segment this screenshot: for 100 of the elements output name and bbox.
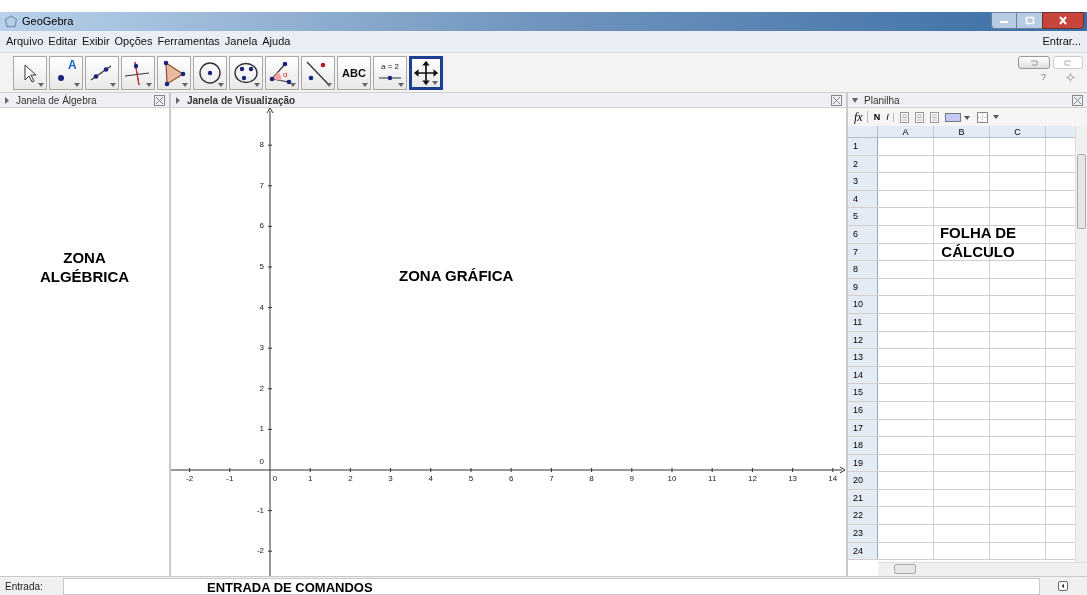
dropdown-caret-icon	[290, 83, 296, 87]
tool-button[interactable]: ABC	[337, 56, 371, 90]
align-right-icon	[929, 111, 939, 123]
y-tick-label: -2	[255, 547, 264, 556]
settings-icon	[1066, 73, 1075, 83]
close-button[interactable]	[1042, 12, 1084, 29]
zone-label: ZONA ALGÉBRICA	[38, 248, 131, 286]
x-tick-label: -1	[225, 475, 235, 483]
tool-button[interactable]	[409, 56, 443, 90]
keyboard-toggle-icon	[1058, 581, 1068, 591]
row-header[interactable]: 18	[848, 437, 878, 454]
tool-button[interactable]: α	[265, 56, 299, 90]
bold-button[interactable]: N	[873, 112, 881, 122]
point-icon	[57, 74, 65, 82]
login-link[interactable]: Entrar...	[1042, 33, 1081, 50]
align-center-icon	[914, 111, 924, 123]
x-tick-label: 8	[588, 475, 595, 483]
app-logo-icon	[4, 14, 18, 29]
row-header[interactable]: 1	[848, 138, 878, 155]
row-header[interactable]: 5	[848, 208, 878, 225]
y-tick-label: -1	[255, 506, 264, 515]
y-tick-label: 6	[258, 222, 264, 231]
panel-title: Janela de Álgebra	[16, 93, 97, 108]
row-header[interactable]: 13	[848, 349, 878, 366]
horizontal-scrollbar[interactable]	[878, 562, 1087, 576]
tool-button[interactable]: A	[49, 56, 83, 90]
tool-button[interactable]	[85, 56, 119, 90]
dropdown-caret-icon	[182, 83, 188, 87]
tool-button[interactable]	[121, 56, 155, 90]
x-tick-label: 13	[787, 475, 799, 483]
close-panel-button[interactable]	[831, 94, 842, 106]
row-header[interactable]: 3	[848, 173, 878, 190]
row-header[interactable]: 8	[848, 261, 878, 278]
maximize-button[interactable]	[1017, 12, 1042, 29]
x-tick-label: 11	[707, 475, 718, 483]
column-header[interactable]: B	[934, 126, 990, 137]
x-tick-label: 1	[306, 475, 314, 483]
x-tick-label: 12	[746, 475, 758, 483]
border-style-icon	[976, 111, 1001, 123]
menu-item[interactable]: Ferramentas	[157, 33, 220, 50]
command-input-field[interactable]: ENTRADA DE COMANDOS	[63, 577, 1040, 595]
menu-item[interactable]: Arquivo	[6, 33, 44, 50]
tool-button[interactable]	[157, 56, 191, 90]
italic-button[interactable]: I	[886, 112, 894, 122]
y-tick-label: 8	[258, 141, 264, 150]
y-tick-label: 0	[258, 458, 264, 466]
menu-item[interactable]: Editar	[48, 33, 78, 50]
dropdown-caret-icon	[326, 83, 332, 87]
column-header[interactable]: C	[990, 126, 1046, 137]
formula-button[interactable]: fx	[854, 111, 868, 123]
row-header[interactable]: 20	[848, 472, 878, 489]
help-button[interactable]: ?	[1041, 71, 1046, 85]
tool-button[interactable]	[301, 56, 335, 90]
tool-button[interactable]	[193, 56, 227, 90]
tool-button[interactable]: a = 2	[373, 56, 407, 90]
menu-item[interactable]: Exibir	[82, 33, 110, 50]
align-left-icon	[899, 111, 909, 123]
row-header[interactable]: 10	[848, 296, 878, 313]
dropdown-caret-icon	[254, 83, 260, 87]
column-header[interactable]: A	[878, 126, 934, 137]
y-tick-label: 7	[258, 181, 264, 190]
row-header[interactable]: 15	[848, 384, 878, 401]
x-tick-label: 3	[387, 475, 394, 483]
dropdown-caret-icon	[398, 83, 404, 87]
y-tick-label: 1	[258, 425, 264, 434]
x-tick-label: 0	[271, 475, 279, 483]
undo-button[interactable]	[1018, 56, 1050, 69]
x-tick-label: 5	[467, 475, 475, 483]
slider-label: a = 2	[380, 63, 400, 71]
row-header[interactable]: 22	[848, 507, 878, 525]
dropdown-caret-icon	[38, 83, 44, 87]
dropdown-caret-icon	[218, 83, 224, 87]
window-title: GeoGebra	[22, 14, 74, 30]
x-tick-label: 4	[427, 475, 434, 483]
close-panel-button[interactable]	[154, 94, 165, 106]
x-tick-label: 6	[507, 475, 515, 483]
minimize-button[interactable]	[991, 12, 1017, 29]
dropdown-caret-icon	[74, 83, 80, 87]
tool-button[interactable]	[229, 56, 263, 90]
y-tick-label: 3	[258, 344, 264, 353]
close-panel-button[interactable]	[1072, 94, 1083, 106]
x-tick-label: 7	[548, 475, 555, 483]
x-tick-label: 9	[628, 475, 635, 483]
collapse-triangle-icon	[852, 96, 858, 104]
menu-item[interactable]: Janela	[224, 33, 258, 50]
x-tick-label: 2	[347, 475, 354, 483]
menu-item[interactable]: Opções	[114, 33, 153, 50]
arrow-cursor-icon	[23, 63, 37, 83]
row-header[interactable]: 23	[848, 525, 878, 542]
menu-item[interactable]: Ajuda	[262, 33, 291, 50]
fill-color-icon	[944, 112, 971, 122]
vertical-scrollbar[interactable]	[1075, 126, 1087, 562]
four-way-arrow-icon	[412, 58, 440, 88]
y-tick-label: 5	[258, 263, 264, 271]
panel-title: Janela de Visualização	[187, 93, 296, 108]
x-tick-label: 14	[827, 475, 839, 483]
dropdown-caret-icon	[146, 83, 152, 87]
y-tick-label: 2	[258, 384, 264, 393]
zone-label: FOLHA DE CÁLCULO	[938, 223, 1018, 261]
x-tick-label: -2	[185, 475, 195, 483]
